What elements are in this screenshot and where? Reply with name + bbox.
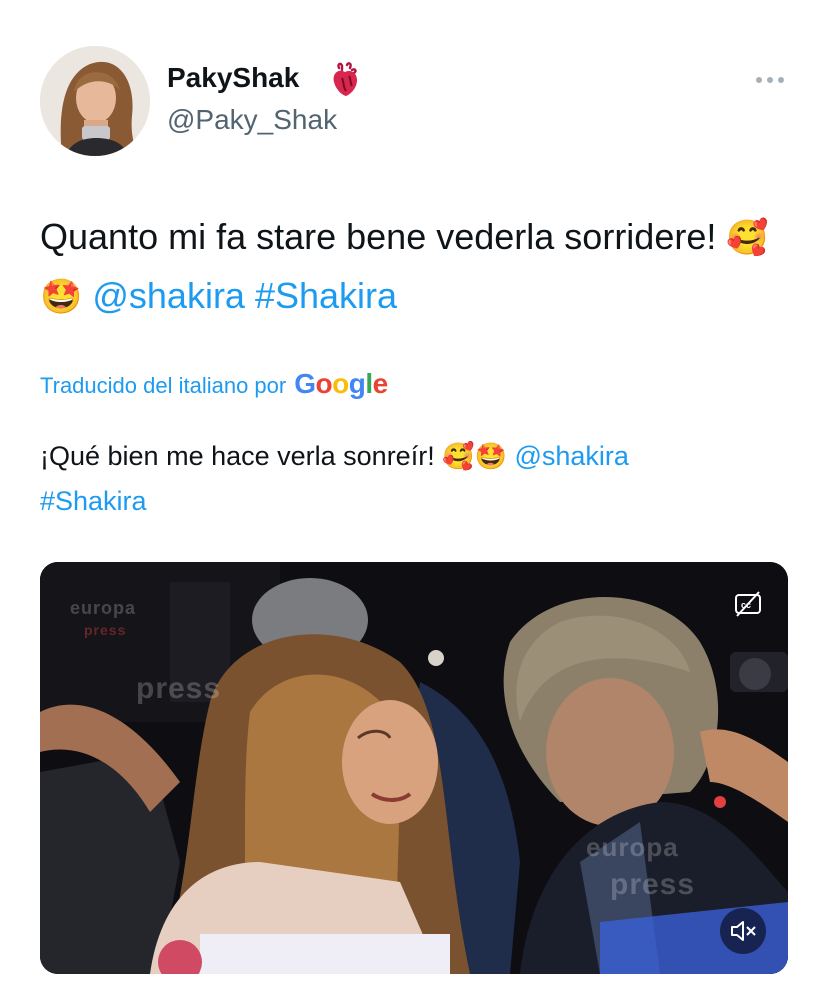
translated-text-body: ¡Qué bien me hace verla sonreír! xyxy=(40,441,443,471)
more-options-button[interactable] xyxy=(752,68,788,92)
mute-button[interactable] xyxy=(720,908,766,954)
closed-captions-off-icon: cc xyxy=(735,591,761,617)
smiling-face-with-hearts-emoji: 🥰 xyxy=(442,442,475,472)
hashtag-link[interactable]: #Shakira xyxy=(255,275,397,316)
avatar[interactable] xyxy=(40,46,150,156)
translation-attribution[interactable]: Traducido del italiano por Google xyxy=(40,368,388,400)
avatar-image xyxy=(40,46,150,156)
video-frame xyxy=(40,562,788,974)
video-watermark: press xyxy=(610,868,696,901)
author-handle[interactable]: @Paky_Shak xyxy=(167,104,337,136)
video-watermark: press xyxy=(136,672,222,705)
translation-label: Traducido del italiano por xyxy=(40,373,287,398)
video-watermark: europa xyxy=(586,832,679,862)
captions-button[interactable]: cc xyxy=(730,586,766,622)
mention-link[interactable]: @shakira xyxy=(514,441,628,471)
hashtag-link[interactable]: #Shakira xyxy=(40,486,147,516)
mention-link[interactable]: @shakira xyxy=(92,275,245,316)
more-dots-icon xyxy=(756,77,784,83)
video-watermark: press xyxy=(84,622,127,638)
video-watermark: europa xyxy=(70,598,137,618)
star-struck-emoji: 🤩 xyxy=(40,277,83,317)
author-name[interactable]: PakyShak xyxy=(167,62,299,94)
star-struck-emoji: 🤩 xyxy=(474,442,507,472)
translated-text: ¡Qué bien me hace verla sonreír! 🥰🤩 @sha… xyxy=(40,434,780,523)
anatomical-heart-icon xyxy=(333,62,357,96)
tweet-text: Quanto mi fa stare bene vederla sorrider… xyxy=(40,208,780,326)
muted-speaker-icon xyxy=(731,921,756,941)
video-player[interactable]: europa press press europa press cc xyxy=(40,562,788,974)
smiling-face-with-hearts-emoji: 🥰 xyxy=(726,218,769,258)
google-logo: Google xyxy=(294,368,388,399)
tweet-text-body: Quanto mi fa stare bene vederla sorrider… xyxy=(40,216,727,257)
